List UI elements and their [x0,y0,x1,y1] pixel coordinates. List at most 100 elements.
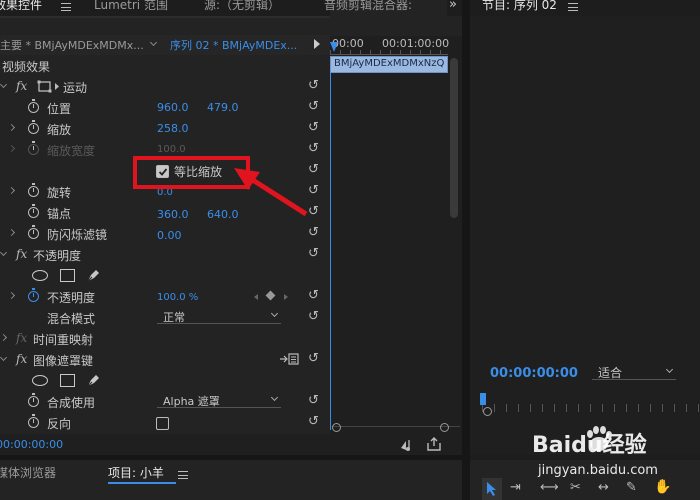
scale-reset-icon[interactable]: ↺ [308,121,320,134]
scale-value[interactable]: 258.0 [157,122,189,135]
project-tab-underline [108,482,176,484]
motion-expand-chevron-icon[interactable] [0,80,8,89]
rectangle-mask-icon[interactable] [60,269,75,282]
track-matte-fx-icon[interactable]: fx [16,352,27,366]
playhead-marker[interactable] [330,42,338,52]
timeline-clip[interactable]: BMjAyMDExMDMxNzQ [330,56,448,73]
opacity-reset-icon[interactable]: ↺ [308,289,320,302]
pen-mask-icon[interactable] [86,267,102,283]
tab-project[interactable]: 项目: 小羊 [108,464,164,481]
blend-mode-dropdown[interactable]: 正常 [157,308,281,324]
program-panel-menu-icon[interactable] [568,3,578,11]
program-video-canvas[interactable] [470,18,700,358]
effect-order-icon[interactable] [279,353,299,365]
panel-overflow-icon[interactable]: » [449,0,457,12]
effects-timeline-area: 00:00 00:01:00:00 BMjAyMDExMDMxNzQ [330,36,462,455]
opacity-value[interactable]: 100.0 % [157,292,198,303]
antiflicker-reset-icon[interactable]: ↺ [308,226,320,239]
effects-tabbar: 效果控件 Lumetri 范围 源:（无剪辑） [0,0,330,16]
program-zoom-handle[interactable] [483,407,492,416]
opacity-expand-chevron-icon[interactable] [0,248,8,257]
track-select-tool-icon[interactable]: ⇥ [510,480,521,495]
anchor-x-value[interactable]: 360.0 [157,208,189,221]
audio-solo-icon[interactable] [400,438,416,452]
matte-pen-mask-icon[interactable] [86,372,102,388]
export-frame-icon[interactable] [426,437,442,451]
position-x-value[interactable]: 960.0 [157,101,189,114]
scale-stopwatch-icon[interactable] [28,120,39,134]
master-chevron-down-icon[interactable] [149,38,158,47]
antiflicker-expand-chevron-icon[interactable] [7,228,16,237]
motion-effect-row[interactable]: fx 运动 ↺ [0,76,330,97]
opacity-effect-reset-icon[interactable]: ↺ [308,247,320,260]
prev-keyframe-icon[interactable] [254,294,258,300]
effects-timecode[interactable]: 00:00:00:00 [0,438,63,451]
program-ruler[interactable] [482,404,700,412]
selection-tool-button[interactable] [482,478,502,500]
rotation-stopwatch-icon[interactable] [28,183,39,197]
scale-width-reset-icon[interactable]: ↺ [308,142,320,155]
timeline-vertical-scrollbar[interactable] [450,58,458,218]
composite-reset-icon[interactable]: ↺ [308,394,320,407]
matte-ellipse-mask-icon[interactable] [32,375,48,386]
track-matte-expand-chevron-icon[interactable] [0,353,8,362]
position-reset-icon[interactable]: ↺ [308,100,320,113]
show-timeline-play-icon[interactable] [314,39,320,49]
time-remap-expand-chevron-icon[interactable] [0,333,8,342]
time-remap-fx-icon: fx [16,331,28,345]
motion-reset-icon[interactable]: ↺ [308,79,320,92]
opacity-stopwatch-icon[interactable] [28,288,39,302]
composite-stopwatch-icon[interactable] [28,393,39,407]
composite-using-dropdown[interactable]: Alpha 遮罩 [157,392,281,408]
track-matte-effect-row[interactable]: fx 图像遮罩键 ↺ [0,349,330,370]
rotation-expand-chevron-icon[interactable] [7,186,16,195]
program-timecode[interactable]: 00:00:00:00 [490,366,578,381]
blend-mode-reset-icon[interactable]: ↺ [308,310,320,323]
anchor-stopwatch-icon[interactable] [28,204,39,218]
opacity-value-expand-chevron-icon[interactable] [7,291,16,300]
matte-rectangle-mask-icon[interactable] [60,374,75,387]
tab-program[interactable]: 节目: 序列 02 [482,0,557,13]
reverse-reset-icon[interactable]: ↺ [308,415,320,428]
antiflicker-label: 防闪烁滤镜 [47,228,108,242]
opacity-mask-tools-row [0,265,330,286]
timeline-scroll-left-handle[interactable] [332,423,341,432]
timeline-horizontal-scrollbar[interactable] [332,423,460,434]
timeline-scroll-right-handle[interactable] [440,423,449,432]
fit-value: 适合 [598,366,623,380]
track-matte-reset-icon[interactable]: ↺ [308,352,320,365]
watermark-url: jingyan.baidu.com [538,463,658,478]
tab-audio-clip-mixer[interactable]: 音频剪辑混合器: [324,0,412,13]
tab-source[interactable]: 源:（无剪辑） [204,0,280,13]
panel-divider-vertical[interactable] [462,0,470,500]
timeline-ruler[interactable] [330,50,448,55]
tab-media-browser[interactable]: 媒体浏览器 [0,464,56,481]
fit-dropdown[interactable]: 适合 [592,364,676,380]
fx-icon[interactable]: fx [16,79,27,93]
opacity-fx-icon[interactable]: fx [16,247,27,261]
position-stopwatch-icon[interactable] [28,99,39,113]
scale-row: 缩放 258.0 ↺ [0,118,330,139]
transform-box-icon[interactable] [37,80,61,93]
reverse-stopwatch-icon[interactable] [28,414,39,428]
playhead-line [330,73,331,430]
ellipse-mask-icon[interactable] [32,270,48,281]
time-remap-row[interactable]: fx 时间重映射 [0,328,330,349]
antiflicker-value[interactable]: 0.00 [157,229,182,242]
reverse-label: 反向 [47,417,72,431]
effects-panel-menu-icon[interactable] [61,3,71,11]
program-playhead[interactable] [480,393,486,405]
antiflicker-stopwatch-icon[interactable] [28,225,39,239]
scale-expand-chevron-icon[interactable] [7,123,16,132]
project-panel-menu-icon[interactable] [178,471,188,479]
master-clip-label[interactable]: 主要 * BMjAyMDExMDMx... [0,37,144,53]
add-keyframe-icon[interactable] [265,290,276,301]
tab-effect-controls[interactable]: 效果控件 [0,0,42,13]
tab-lumetri-scopes[interactable]: Lumetri 范围 [94,0,168,13]
next-keyframe-icon[interactable] [284,294,288,300]
position-y-value[interactable]: 479.0 [207,101,239,114]
opacity-effect-row[interactable]: fx 不透明度 ↺ [0,244,330,265]
sequence-clip-label[interactable]: 序列 02 * BMjAyMDEx... [170,37,297,53]
reverse-checkbox[interactable] [156,417,169,430]
scale-width-expand-chevron-icon[interactable] [7,144,16,153]
